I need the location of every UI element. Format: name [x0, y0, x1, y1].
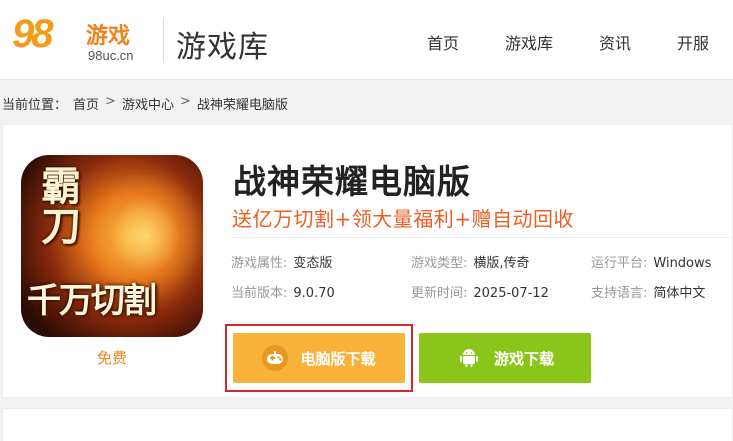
breadcrumb-home[interactable]: 首页: [73, 94, 99, 113]
info-label: 支持语言:: [591, 286, 648, 301]
breadcrumb-game-center[interactable]: 游戏中心: [122, 94, 174, 113]
info-label: 更新时间:: [411, 286, 468, 301]
game-download-button[interactable]: 游戏下载: [419, 333, 591, 383]
info-label: 游戏类型:: [411, 256, 468, 271]
pc-download-label: 电脑版下载: [300, 349, 376, 368]
breadcrumb-prefix: 当前位置：: [2, 98, 68, 113]
main-nav: 首页 游戏库 资讯 开服: [427, 30, 709, 54]
lower-section: [2, 408, 733, 441]
info-value: 简体中文: [653, 286, 706, 301]
logo-text: 游戏: [86, 24, 131, 49]
pc-download-button[interactable]: 电脑版下载: [233, 333, 405, 383]
site-logo[interactable]: 98 游戏 98uc.cn: [10, 10, 150, 68]
info-value: 横版,传奇: [473, 256, 530, 271]
header-divider: [163, 18, 164, 62]
android-icon: [456, 345, 482, 371]
game-detail-card: 霸刀 千万切割 免费 战神荣耀电脑版 送亿万切割+领大量福利+赠自动回收 游戏属…: [2, 124, 733, 398]
nav-item-news[interactable]: 资讯: [599, 30, 631, 54]
breadcrumb: 当前位置： 首页 > 游戏中心 > 战神荣耀电脑版: [2, 94, 288, 113]
nav-item-home[interactable]: 首页: [427, 30, 459, 54]
info-platform: 运行平台: Windows: [591, 252, 711, 271]
info-language: 支持语言: 简体中文: [591, 282, 705, 301]
info-game-type: 游戏类型: 横版,传奇: [411, 252, 530, 271]
breadcrumb-separator: >: [179, 94, 191, 109]
info-value: Windows: [653, 256, 712, 271]
icon-subtitle-text: 千万切割: [27, 281, 157, 321]
icon-title-text: 霸刀: [34, 165, 81, 245]
site-header: 98 游戏 98uc.cn 游戏库 首页 游戏库 资讯 开服: [0, 0, 733, 80]
info-update-time: 更新时间: 2025-07-12: [411, 282, 549, 301]
game-download-label: 游戏下载: [493, 349, 554, 368]
info-value: 2025-07-12: [473, 286, 549, 301]
breadcrumb-separator: >: [105, 94, 116, 109]
breadcrumb-current[interactable]: 战神荣耀电脑版: [197, 94, 288, 113]
game-title: 战神荣耀电脑版: [233, 162, 471, 201]
game-app-icon[interactable]: 霸刀 千万切割: [21, 155, 203, 337]
info-divider: [231, 237, 731, 238]
info-label: 运行平台:: [591, 256, 648, 271]
price-label: 免费: [96, 349, 127, 367]
game-slogan: 送亿万切割+领大量福利+赠自动回收: [232, 207, 575, 231]
site-title: 游戏库: [176, 30, 269, 65]
info-version: 当前版本: 9.0.70: [231, 282, 335, 301]
gamepad-icon: [262, 345, 289, 371]
logo-domain: 98uc.cn: [88, 48, 134, 63]
info-game-attribute: 游戏属性: 变态版: [231, 252, 332, 271]
nav-item-server-open[interactable]: 开服: [677, 30, 709, 54]
logo-number: 98: [12, 12, 53, 56]
info-label: 游戏属性:: [231, 256, 288, 271]
info-value: 变态版: [293, 256, 333, 271]
info-label: 当前版本:: [231, 286, 288, 301]
nav-item-game-library[interactable]: 游戏库: [505, 30, 553, 54]
info-value: 9.0.70: [293, 286, 335, 301]
